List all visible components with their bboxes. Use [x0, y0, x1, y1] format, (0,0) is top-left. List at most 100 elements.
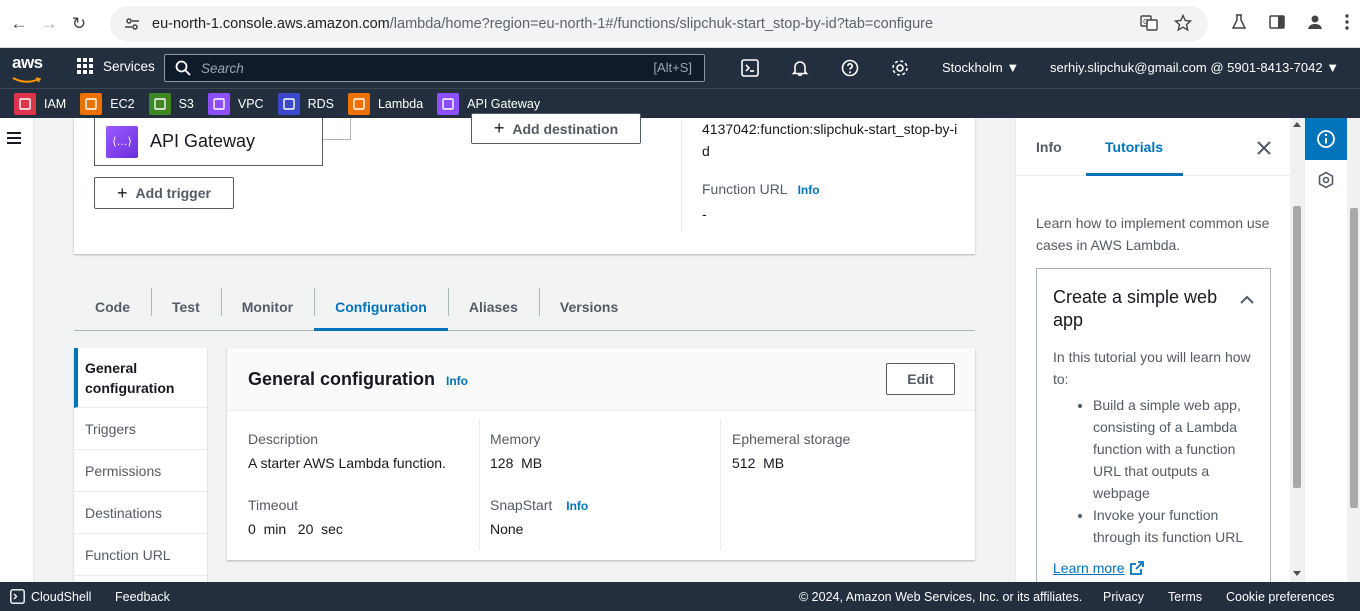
- scroll-down-arrow[interactable]: [1293, 571, 1301, 576]
- chevron-up-icon[interactable]: [1240, 293, 1254, 307]
- svg-text:G: G: [1143, 18, 1148, 26]
- function-url-info-link[interactable]: Info: [798, 183, 820, 197]
- feedback-link[interactable]: Feedback: [115, 590, 170, 604]
- help-rail: [1304, 118, 1360, 582]
- learn-more-link[interactable]: Learn more: [1053, 560, 1144, 576]
- plus-icon: +: [493, 118, 505, 138]
- iam-icon: [14, 92, 36, 115]
- description-value: A starter AWS Lambda function.: [248, 455, 446, 471]
- privacy-link[interactable]: Privacy: [1103, 590, 1144, 604]
- scrollbar-thumb[interactable]: [1350, 208, 1358, 508]
- snapstart-info-link[interactable]: Info: [566, 499, 588, 513]
- config-nav-triggers[interactable]: Triggers: [74, 408, 207, 450]
- site-settings-icon[interactable]: [122, 14, 142, 34]
- column-2: Memory 128 MB SnapStart Info None: [469, 411, 721, 560]
- function-tabs: Code Test Monitor Configuration Aliases Versi…: [74, 284, 975, 331]
- page-scrollbar[interactable]: [1347, 118, 1360, 582]
- general-configuration-panel: General configuration Info Edit Descript…: [227, 348, 975, 560]
- settings-gear-icon[interactable]: [890, 58, 910, 78]
- aws-smile-icon: [12, 77, 42, 83]
- edit-button[interactable]: Edit: [886, 363, 955, 395]
- favorite-api-gateway[interactable]: API Gateway: [437, 92, 540, 115]
- timeout-label: Timeout: [248, 497, 299, 513]
- list-item: Build a simple web app, consisting of a …: [1093, 394, 1258, 504]
- tab-tutorials[interactable]: Tutorials: [1105, 139, 1163, 155]
- favorite-s3[interactable]: S3: [148, 92, 194, 115]
- tutorial-lead: In this tutorial you will learn how to:: [1053, 349, 1251, 387]
- cloudshell-icon[interactable]: [740, 58, 760, 78]
- terms-link[interactable]: Terms: [1168, 590, 1202, 604]
- translate-icon[interactable]: G: [1140, 14, 1158, 35]
- notifications-bell-icon[interactable]: [790, 58, 810, 78]
- address-bar[interactable]: eu-north-1.console.aws.amazon.com/lambda…: [110, 6, 1208, 42]
- add-destination-button[interactable]: + Add destination: [471, 113, 641, 144]
- overview-divider: [681, 118, 682, 232]
- tab-monitor[interactable]: Monitor: [220, 284, 314, 330]
- scroll-up-arrow[interactable]: [1293, 122, 1301, 127]
- favorites-bar: IAM EC2 S3 VPC RDS Lambda API Gateway: [0, 88, 1360, 118]
- ec2-icon: [80, 92, 103, 115]
- panel-title: General configuration: [248, 369, 436, 389]
- services-menu[interactable]: Services: [77, 58, 155, 74]
- help-panel-scrollbar[interactable]: [1290, 118, 1304, 582]
- cookie-preferences-link[interactable]: Cookie preferences: [1226, 590, 1334, 604]
- panel-header: General configuration Info Edit: [227, 348, 975, 411]
- tab-info[interactable]: Info: [1036, 139, 1062, 155]
- tab-aliases[interactable]: Aliases: [447, 284, 539, 330]
- memory-label: Memory: [490, 431, 541, 447]
- rds-icon: [277, 92, 300, 115]
- hexagon-icon[interactable]: [1317, 171, 1335, 189]
- config-nav-permissions[interactable]: Permissions: [74, 450, 207, 492]
- account-menu[interactable]: serhiy.slipchuk@gmail.com @ 5901-8413-70…: [1050, 60, 1339, 75]
- favorite-vpc[interactable]: VPC: [207, 92, 264, 115]
- s3-icon: [148, 92, 171, 115]
- forward-icon[interactable]: →: [38, 13, 60, 35]
- config-nav-function-url[interactable]: Function URL: [74, 534, 207, 576]
- api-gateway-icon: ⟨…⟩: [106, 125, 138, 158]
- console-footer: CloudShell Feedback © 2024, Amazon Web S…: [0, 582, 1360, 611]
- left-rail: [0, 118, 34, 582]
- chevron-down-icon: ▼: [1006, 60, 1020, 75]
- ephemeral-storage-label: Ephemeral storage: [732, 431, 851, 447]
- favorite-rds[interactable]: RDS: [277, 92, 334, 115]
- browser-menu-icon[interactable]: [1344, 13, 1350, 34]
- api-gateway-icon: [437, 92, 460, 115]
- trigger-api-gateway[interactable]: ⟨…⟩ API Gateway: [94, 118, 323, 166]
- config-nav-general-configuration[interactable]: General configuration: [74, 348, 207, 408]
- labs-flask-icon[interactable]: [1230, 13, 1248, 34]
- lambda-icon: [347, 92, 370, 115]
- close-icon[interactable]: [1256, 140, 1272, 156]
- tutorial-card: Create a simple web app In this tutorial…: [1036, 268, 1271, 588]
- configuration-nav: General configuration Triggers Permissions…: [74, 348, 207, 582]
- info-panel-toggle[interactable]: [1305, 118, 1347, 160]
- snapstart-value: None: [490, 521, 524, 537]
- general-info-link[interactable]: Info: [446, 374, 468, 388]
- help-intro: Learn how to implement common use cases …: [1036, 215, 1270, 253]
- menu-hamburger-icon[interactable]: [7, 132, 21, 144]
- plus-icon: +: [117, 182, 128, 203]
- function-arn: 4137042:function:slipchuk-start_stop-by-…: [702, 121, 958, 159]
- favorite-ec2[interactable]: EC2: [80, 92, 135, 115]
- column-1: Description A starter AWS Lambda functio…: [227, 411, 479, 560]
- reload-icon[interactable]: ↻: [68, 13, 90, 35]
- profile-icon[interactable]: [1306, 13, 1324, 34]
- tutorial-bullets: Build a simple web app, consisting of a …: [1093, 394, 1258, 548]
- scrollbar-thumb[interactable]: [1293, 206, 1301, 488]
- help-icon[interactable]: [840, 58, 860, 78]
- back-icon[interactable]: ←: [8, 13, 30, 35]
- favorite-lambda[interactable]: Lambda: [347, 92, 423, 115]
- tab-configuration[interactable]: Configuration: [314, 284, 448, 331]
- tab-test[interactable]: Test: [151, 284, 221, 330]
- aws-logo[interactable]: aws: [12, 54, 46, 83]
- tab-versions[interactable]: Versions: [538, 284, 639, 330]
- tab-code[interactable]: Code: [74, 284, 151, 330]
- favorite-iam[interactable]: IAM: [14, 92, 66, 115]
- bookmark-star-icon[interactable]: [1173, 13, 1193, 35]
- cloudshell-link[interactable]: CloudShell: [10, 589, 91, 604]
- help-panel: Info Tutorials Learn how to implement co…: [1015, 118, 1290, 588]
- config-nav-destinations[interactable]: Destinations: [74, 492, 207, 534]
- console-search-input[interactable]: Search [Alt+S]: [164, 54, 705, 82]
- add-trigger-button[interactable]: + Add trigger: [94, 177, 234, 209]
- side-panel-icon[interactable]: [1268, 13, 1286, 34]
- region-selector[interactable]: Stockholm ▼: [942, 60, 1019, 75]
